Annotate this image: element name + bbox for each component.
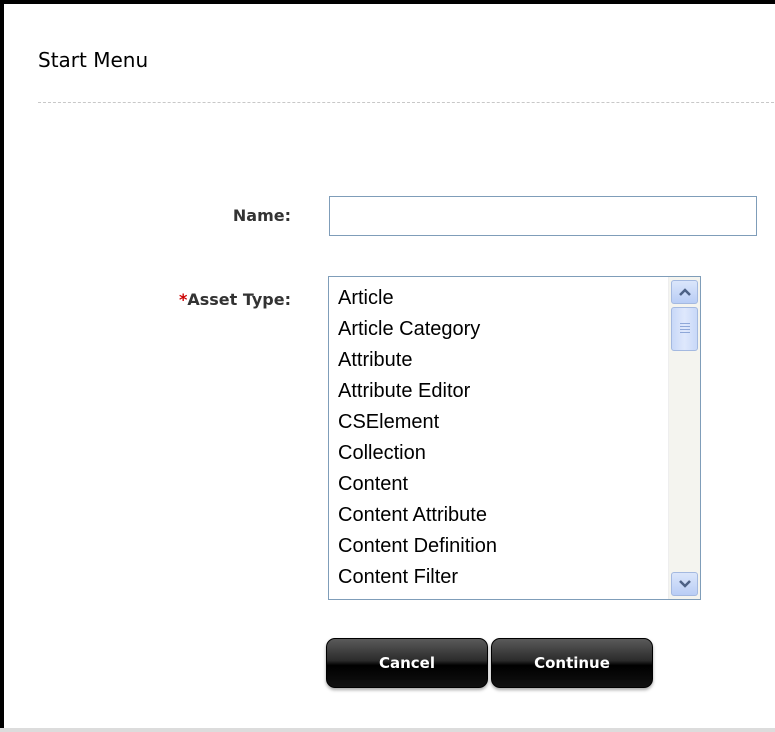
- asset-type-option[interactable]: Article Category: [329, 314, 669, 345]
- asset-type-label-text: Asset Type:: [187, 290, 291, 309]
- asset-type-option[interactable]: Content Filter: [329, 562, 669, 593]
- scroll-thumb[interactable]: [671, 307, 698, 351]
- chevron-up-icon: [678, 288, 691, 296]
- continue-button[interactable]: Continue: [491, 638, 653, 688]
- name-label: Name:: [232, 206, 291, 225]
- asset-type-option[interactable]: Attribute: [329, 345, 669, 376]
- asset-type-option[interactable]: Content Definition: [329, 531, 669, 562]
- chevron-down-icon: [678, 580, 691, 588]
- asset-type-option[interactable]: Content Attribute: [329, 500, 669, 531]
- page-title: Start Menu: [38, 48, 149, 72]
- cancel-button[interactable]: Cancel: [326, 638, 488, 688]
- scroll-down-button[interactable]: [671, 572, 698, 596]
- title-divider: [38, 102, 775, 103]
- name-input[interactable]: [329, 196, 757, 236]
- start-menu-panel: Start Menu Name: *Asset Type: Article Art…: [0, 0, 775, 732]
- bottom-border: [0, 728, 775, 732]
- asset-type-option[interactable]: Content: [329, 469, 669, 500]
- asset-type-option[interactable]: Collection: [329, 438, 669, 469]
- asset-type-option[interactable]: Attribute Editor: [329, 376, 669, 407]
- asset-type-listbox[interactable]: Article Article Category Attribute Attribut…: [328, 276, 701, 600]
- listbox-scrollbar[interactable]: [668, 277, 700, 599]
- grip-icon: [679, 323, 690, 335]
- asset-type-option[interactable]: CSElement: [329, 407, 669, 438]
- asset-type-label: *Asset Type:: [104, 290, 291, 309]
- asset-type-option[interactable]: Article: [329, 283, 669, 314]
- scroll-up-button[interactable]: [671, 280, 698, 304]
- asset-type-options: Article Article Category Attribute Attribut…: [329, 283, 669, 593]
